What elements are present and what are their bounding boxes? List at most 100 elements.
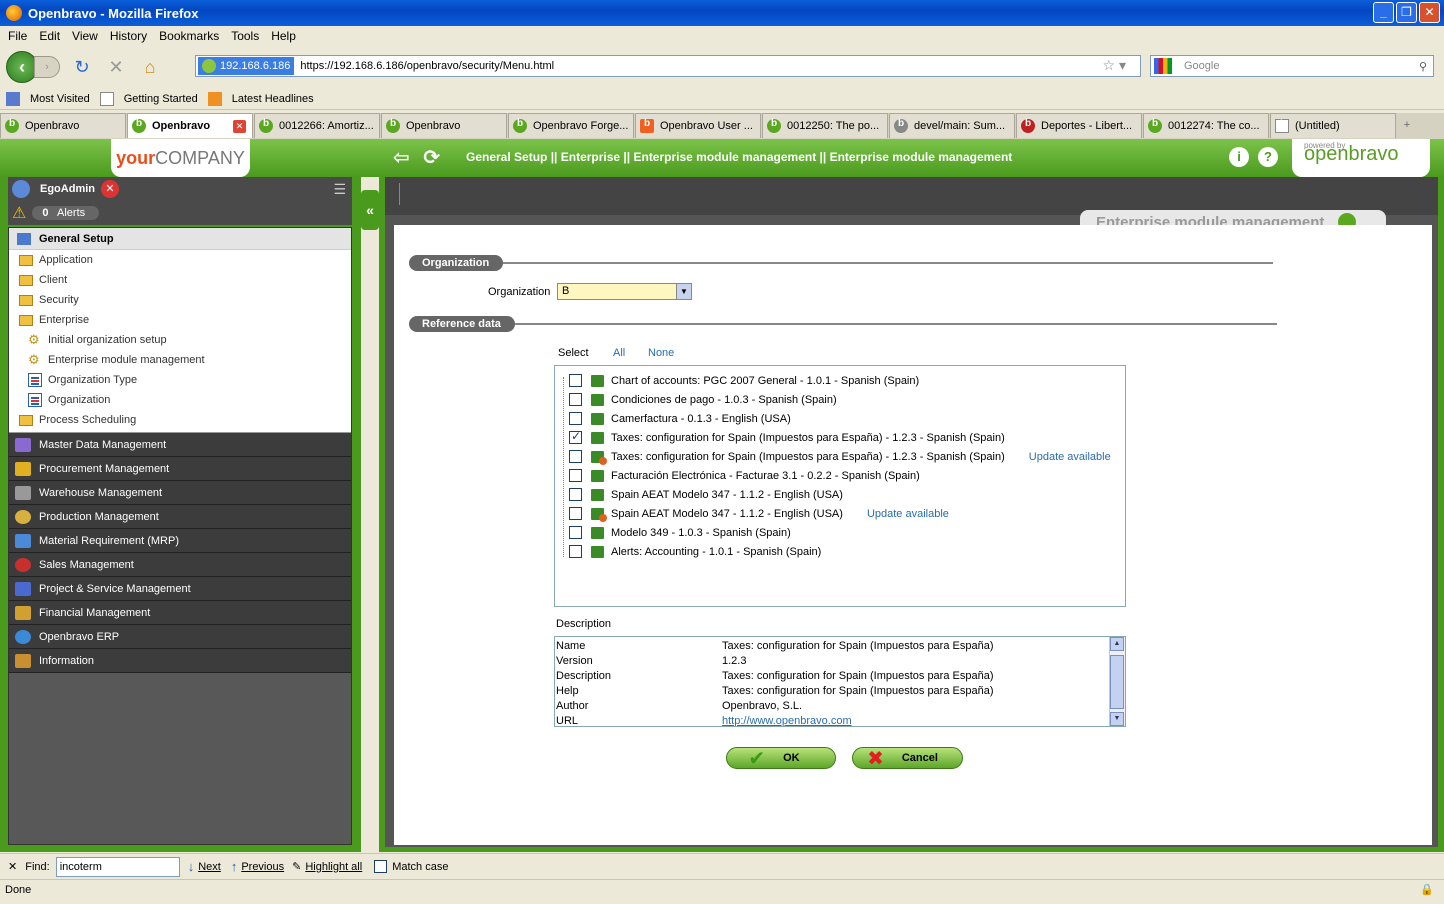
reload-icon[interactable]: ↻: [70, 55, 94, 79]
search-bar[interactable]: Google ⚲: [1150, 55, 1434, 77]
menu-help[interactable]: Help: [267, 29, 304, 43]
menu-item-application[interactable]: Application: [9, 250, 351, 270]
bookmark-getting-started[interactable]: Getting Started: [124, 93, 198, 105]
menu-section-warehouse[interactable]: Warehouse Management: [9, 481, 351, 505]
url-bar[interactable]: 192.168.6.186 https://192.168.6.186/open…: [195, 55, 1141, 77]
tab[interactable]: Openbravo: [0, 113, 126, 138]
maximize-button[interactable]: ❐: [1396, 2, 1417, 23]
description-scrollbar[interactable]: ▲ ▼: [1109, 637, 1125, 726]
update-available-link[interactable]: Update available: [1029, 451, 1111, 463]
menu-section-master-data[interactable]: Master Data Management: [9, 433, 351, 457]
menu-view[interactable]: View: [68, 29, 106, 43]
bookmark-most-visited[interactable]: Most Visited: [30, 93, 90, 105]
arrow-up-icon[interactable]: ↑: [231, 859, 238, 874]
desc-url-link[interactable]: http://www.openbravo.com: [722, 714, 852, 726]
arrow-down-icon[interactable]: ↓: [188, 859, 195, 874]
collapse-menu-icon[interactable]: ☰: [333, 181, 346, 198]
search-input[interactable]: Google: [1184, 60, 1219, 72]
menu-item-process-scheduling[interactable]: Process Scheduling: [9, 410, 351, 430]
select-all-link[interactable]: All: [613, 347, 625, 359]
menu-item-security[interactable]: Security: [9, 290, 351, 310]
breadcrumb[interactable]: General Setup || Enterprise || Enterpris…: [466, 150, 1012, 164]
chevron-down-icon[interactable]: ▼: [676, 284, 691, 299]
scroll-up-icon[interactable]: ▲: [1110, 637, 1124, 651]
find-next-button[interactable]: Next: [198, 861, 221, 873]
menu-history[interactable]: History: [106, 29, 155, 43]
google-icon[interactable]: [1154, 58, 1172, 74]
module-checkbox-checked[interactable]: [569, 429, 582, 444]
module-checkbox[interactable]: [569, 469, 582, 482]
logout-icon[interactable]: ✕: [101, 180, 119, 198]
menu-section-general-setup[interactable]: General Setup: [9, 228, 351, 250]
search-magnifier-icon[interactable]: ⚲: [1419, 60, 1427, 73]
info-icon[interactable]: i: [1229, 147, 1249, 167]
scroll-thumb[interactable]: [1110, 655, 1124, 709]
menu-tools[interactable]: Tools: [227, 29, 267, 43]
highlight-all-button[interactable]: Highlight all: [305, 861, 362, 873]
menu-item-initial-organization-setup[interactable]: ⚙ Initial organization setup: [9, 330, 351, 350]
menu-bookmarks[interactable]: Bookmarks: [155, 29, 227, 43]
menu-section-sales[interactable]: Sales Management: [9, 553, 351, 577]
menu-section-mrp[interactable]: Material Requirement (MRP): [9, 529, 351, 553]
module-checkbox[interactable]: [569, 545, 582, 558]
tab[interactable]: devel/main: Sum...: [889, 113, 1015, 138]
tab-active[interactable]: Openbravo✕: [127, 113, 253, 138]
module-checkbox[interactable]: [569, 526, 582, 539]
update-available-link[interactable]: Update available: [867, 508, 949, 520]
menu-section-financial[interactable]: Financial Management: [9, 601, 351, 625]
alerts-row[interactable]: ⚠ 0 Alerts: [8, 201, 352, 225]
menu-item-client[interactable]: Client: [9, 270, 351, 290]
module-checkbox[interactable]: [569, 488, 582, 501]
module-checkbox[interactable]: [569, 374, 582, 387]
menu-item-enterprise-module-management[interactable]: ⚙ Enterprise module management: [9, 350, 351, 370]
organization-select[interactable]: B ▼: [557, 283, 692, 300]
minimize-button[interactable]: _: [1373, 2, 1394, 23]
tab[interactable]: (Untitled): [1270, 113, 1396, 138]
new-tab-button[interactable]: +: [1397, 113, 1417, 139]
cancel-button[interactable]: ✖ Cancel: [852, 747, 963, 770]
forward-button[interactable]: ›: [34, 56, 60, 78]
module-checkbox[interactable]: [569, 507, 582, 520]
tab[interactable]: Openbravo: [381, 113, 507, 138]
refresh-icon[interactable]: ⟳: [423, 147, 440, 169]
close-tab-icon[interactable]: ✕: [233, 119, 246, 133]
site-identity-button[interactable]: 192.168.6.186: [198, 57, 295, 75]
menu-section-project-service[interactable]: Project & Service Management: [9, 577, 351, 601]
find-input[interactable]: [55, 856, 180, 877]
menu-file[interactable]: File: [4, 29, 35, 43]
lock-icon[interactable]: 🔒: [1420, 883, 1434, 896]
ok-button[interactable]: ✔ OK: [726, 747, 836, 770]
scroll-down-icon[interactable]: ▼: [1110, 712, 1124, 726]
menu-item-enterprise[interactable]: Enterprise: [9, 310, 351, 330]
highlighter-icon[interactable]: ✎: [292, 860, 301, 873]
module-checkbox[interactable]: [569, 450, 582, 463]
tab[interactable]: 0012274: The co...: [1143, 113, 1269, 138]
stop-icon[interactable]: ✕: [104, 55, 128, 79]
menu-edit[interactable]: Edit: [35, 29, 68, 43]
menu-section-openbravo-erp[interactable]: Openbravo ERP: [9, 625, 351, 649]
username[interactable]: EgoAdmin: [40, 183, 95, 195]
url-input[interactable]: https://192.168.6.186/openbravo/security…: [294, 60, 554, 72]
tab[interactable]: Deportes - Libert...: [1016, 113, 1142, 138]
module-checkbox[interactable]: [569, 412, 582, 425]
back-arrow-icon[interactable]: ⇦: [393, 147, 410, 169]
menu-section-production[interactable]: Production Management: [9, 505, 351, 529]
close-window-button[interactable]: ✕: [1419, 2, 1440, 23]
menu-item-organization[interactable]: Organization: [9, 390, 351, 410]
menu-section-information[interactable]: Information: [9, 649, 351, 673]
find-previous-button[interactable]: Previous: [241, 861, 284, 873]
bookmark-latest-headlines[interactable]: Latest Headlines: [232, 93, 314, 105]
menu-item-organization-type[interactable]: Organization Type: [9, 370, 351, 390]
tab[interactable]: 0012266: Amortiz...: [254, 113, 380, 138]
select-none-link[interactable]: None: [648, 347, 674, 359]
alerts-badge[interactable]: 0 Alerts: [32, 206, 100, 220]
tab[interactable]: Openbravo User ...: [635, 113, 761, 138]
tab[interactable]: 0012250: The po...: [762, 113, 888, 138]
menu-section-procurement[interactable]: Procurement Management: [9, 457, 351, 481]
home-icon[interactable]: ⌂: [138, 55, 162, 79]
module-checkbox[interactable]: [569, 393, 582, 406]
tab[interactable]: Openbravo Forge...: [508, 113, 634, 138]
collapse-sidebar-button[interactable]: «: [361, 190, 379, 230]
bookmark-star-icon[interactable]: ☆ ▾: [1103, 57, 1126, 74]
match-case-checkbox[interactable]: [374, 860, 388, 873]
